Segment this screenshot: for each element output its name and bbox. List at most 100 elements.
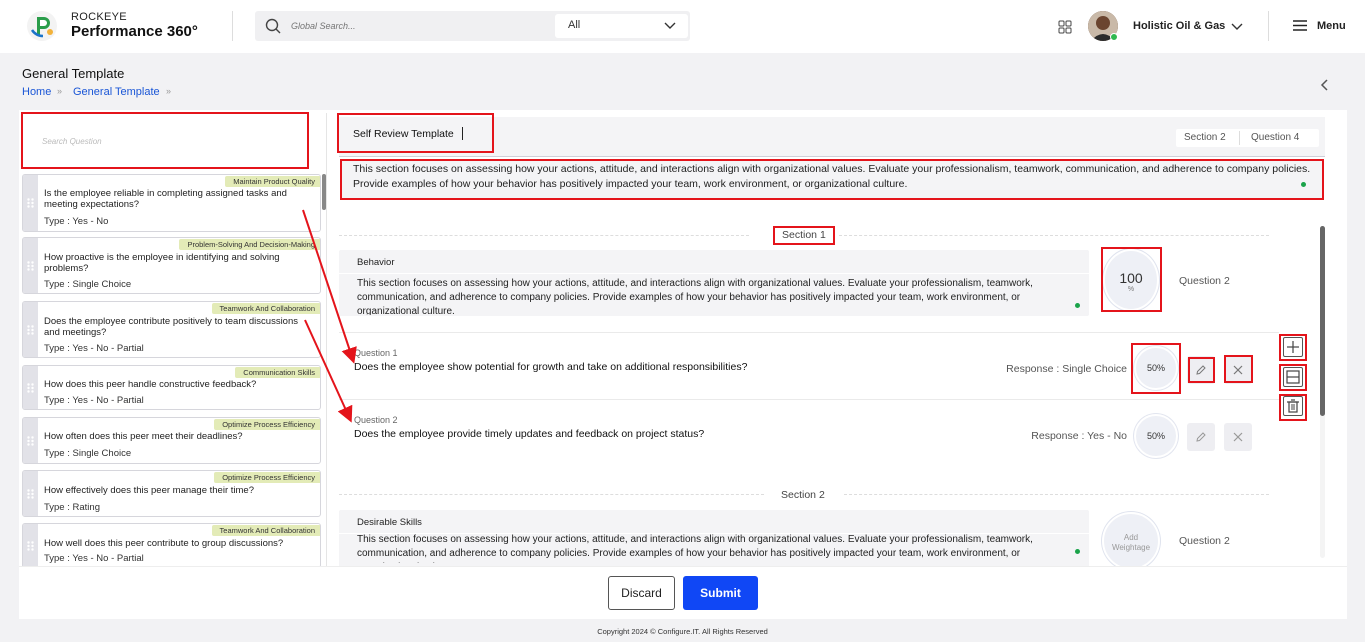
template-title-input[interactable]: Self Review Template [353,128,454,140]
page-title: General Template [22,66,125,81]
annotation-arrows [302,209,357,423]
header-divider [1268,11,1269,41]
add-section-button[interactable] [1283,337,1303,357]
question-card[interactable]: Communication Skills How does this peer … [22,365,321,410]
row-divider [339,332,1279,333]
drag-grip-icon [27,436,34,446]
global-search-input[interactable] [291,17,541,35]
question-card[interactable]: Teamwork And Collaboration Does the empl… [22,301,321,358]
question-weightage[interactable]: 50% [1134,414,1178,458]
question-text: How does this peer handle constructive f… [44,379,257,390]
question-weightage[interactable]: 50% [1134,346,1178,390]
template-counts: Section 2 Question 4 [1176,129,1319,147]
drag-handle[interactable] [23,418,38,463]
section-card[interactable]: Behavior This section focuses on assessi… [339,250,1089,316]
section-weightage[interactable]: 100 % [1103,249,1159,311]
drag-handle[interactable] [23,366,38,409]
question-text: How proactive is the employee in identif… [44,252,280,274]
drag-handle[interactable] [23,238,38,293]
drag-handle[interactable] [23,524,38,566]
drag-grip-icon [27,541,34,551]
section-description[interactable]: This section focuses on assessing how yo… [357,277,1047,315]
question-text: How effectively does this peer manage th… [44,485,254,496]
edit-question-button[interactable] [1187,423,1215,451]
question-bank-list: Maintain Product Quality Is the employee… [22,174,322,566]
chevron-down-icon[interactable] [1230,21,1244,33]
section-divider [339,494,764,495]
drag-handle[interactable] [23,471,38,516]
template-description-text: This section focuses on assessing how yo… [353,163,1311,190]
section-name[interactable]: Desirable Skills [357,517,422,528]
question-text: Does the employee contribute positively … [44,316,298,338]
section-question-count: Question 2 [1179,275,1230,287]
drag-grip-icon [27,325,34,335]
plus-icon [1287,341,1299,353]
question-type: Type : Single Choice [44,448,132,459]
drag-grip-icon [27,489,34,499]
question-card[interactable]: Maintain Product Quality Is the employee… [22,174,321,232]
apps-grid-icon[interactable] [1058,20,1072,34]
section-layout-icon [1286,370,1300,384]
sections-container: Section 1 Behavior This section focuses … [339,218,1279,566]
breadcrumb-general-template[interactable]: General Template [73,86,160,98]
response-type: Response : Single Choice [1006,363,1127,375]
search-scope-select[interactable]: All [555,14,688,38]
brand-title: Performance 360° [71,23,198,40]
pencil-icon [1196,365,1206,375]
template-description[interactable]: This section focuses on assessing how yo… [341,160,1323,200]
section-name-bar [339,250,1089,274]
question-card[interactable]: Optimize Process Efficiency How often do… [22,417,321,464]
submit-button[interactable]: Submit [683,576,758,610]
question-type: Type : Yes - No [44,216,109,227]
question-text: How well does this peer contribute to gr… [44,538,284,549]
chevron-left-icon[interactable] [1318,78,1332,92]
trash-icon [1287,399,1299,413]
section-divider [339,235,749,236]
pencil-icon [1196,432,1206,442]
hamburger-menu-icon[interactable] [1292,19,1308,32]
brand-subtitle: ROCKEYE [71,11,127,23]
status-dot [1075,303,1080,308]
section-label: Section 1 [782,229,826,241]
question-card[interactable]: Optimize Process Efficiency How effectiv… [22,470,321,517]
response-type: Response : Yes - No [1031,430,1127,442]
question-text[interactable]: Does the employee provide timely updates… [354,428,704,440]
section-card[interactable]: Desirable Skills This section focuses on… [339,510,1089,566]
question-text: How often does this peer meet their dead… [44,431,243,442]
section-description[interactable]: This section focuses on assessing how yo… [357,533,1047,563]
remove-question-button[interactable] [1224,423,1252,451]
section-divider [839,235,1269,236]
question-type: Type : Single Choice [44,279,132,290]
drag-handle[interactable] [23,175,38,231]
edit-question-button[interactable] [1187,356,1215,384]
close-icon [1233,432,1243,442]
drag-grip-icon [27,383,34,393]
organization-name[interactable]: Holistic Oil & Gas [1133,20,1225,32]
question-search-input[interactable]: Search Question [22,113,307,168]
count-divider [1239,131,1240,145]
header-divider [232,11,233,41]
remove-question-button[interactable] [1224,356,1252,384]
chevron-down-icon [664,22,676,29]
drag-handle[interactable] [23,302,38,357]
section-count: Section 2 [1184,132,1226,143]
drag-grip-icon [27,261,34,271]
section-divider [844,494,1269,495]
question-text[interactable]: Does the employee show potential for gro… [354,361,747,373]
question-card[interactable]: Problem-Solving And Decision-Making How … [22,237,321,294]
add-weightage-button[interactable]: Add Weightage [1102,512,1160,566]
close-icon [1233,365,1243,375]
question-type: Type : Yes - No - Partial [44,343,144,354]
delete-section-button[interactable] [1283,396,1303,416]
menu-label[interactable]: Menu [1317,20,1346,32]
rockeye-logo-icon[interactable] [26,10,58,42]
question-card[interactable]: Teamwork And Collaboration How well does… [22,523,321,566]
question-type: Type : Yes - No - Partial [44,553,144,564]
drag-grip-icon [27,198,34,208]
discard-button[interactable]: Discard [608,576,675,610]
weightage-unit: % [1127,286,1135,293]
row-divider [339,399,1279,400]
breadcrumb-home[interactable]: Home [22,86,51,98]
sections-scrollbar-thumb[interactable] [1320,226,1325,416]
split-section-button[interactable] [1283,367,1303,387]
